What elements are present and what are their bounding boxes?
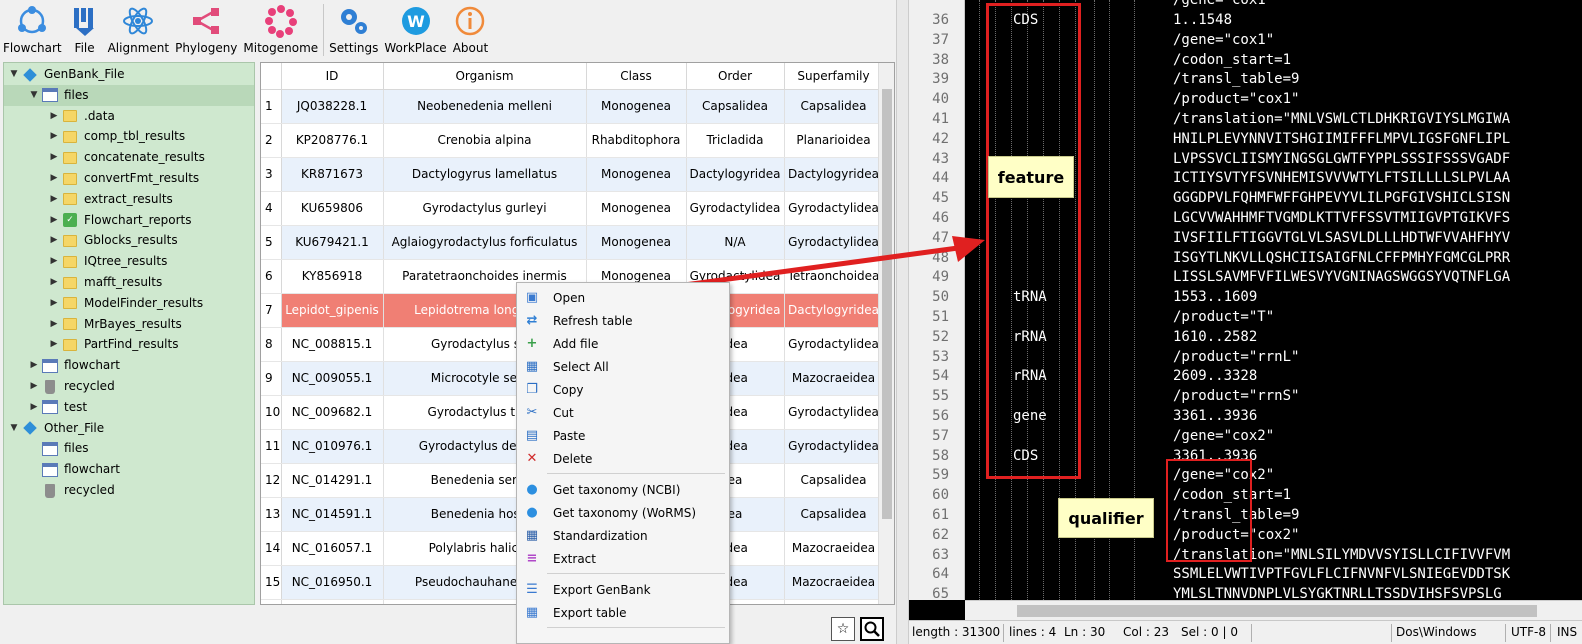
context-menu: ▣ Open ⇄ Refresh table + Add file ▦ Select All ❐… [516, 282, 730, 644]
menu-item[interactable]: ≡ Extract [517, 547, 729, 570]
export-table-icon: ▦ [525, 605, 539, 620]
open-icon: ▣ [525, 290, 539, 305]
menu-item-label: Cut [553, 405, 574, 420]
cut-icon: ✂ [526, 405, 538, 420]
app-window: Flowchart File Alignment Phylogeny Mitog… [0, 0, 1582, 644]
menu-separator [547, 627, 725, 628]
menu-item-label: Add file [553, 336, 599, 351]
menu-item-label: Export GenBank [553, 582, 651, 597]
menu-item-label: Extract [553, 551, 596, 566]
menu-item[interactable]: ● Get taxonomy (NCBI) [517, 478, 729, 501]
menu-item-label: Open [553, 290, 586, 305]
menu-item-label: Standardization [553, 528, 648, 543]
menu-item[interactable]: ▦ Export table [517, 601, 729, 624]
menu-item[interactable]: ✕ Delete [517, 447, 729, 470]
standardize-icon: ▦ [525, 528, 539, 543]
menu-item-label: Select All [553, 359, 609, 374]
add-file-icon: + [526, 336, 538, 351]
menu-item-label: Export table [553, 605, 627, 620]
annotation-arrow [587, 236, 985, 301]
menu-item[interactable]: ✂ Cut [517, 401, 729, 424]
menu-item[interactable]: ● Get taxonomy (WoRMS) [517, 501, 729, 524]
menu-item[interactable]: ▦ Select All [517, 355, 729, 378]
menu-item-label: Refresh table [553, 313, 633, 328]
paste-icon: ▤ [525, 428, 539, 443]
menu-item-label: Paste [553, 428, 586, 443]
search-icon: ● [526, 505, 538, 520]
delete-icon: ✕ [526, 451, 538, 466]
menu-item[interactable]: ☰ Export GenBank [517, 578, 729, 601]
menu-item[interactable]: + Add file [517, 332, 729, 355]
menu-separator [547, 473, 725, 474]
export-genbank-icon: ☰ [526, 582, 538, 597]
menu-item-label: Delete [553, 451, 593, 466]
menu-item[interactable]: ▤ Paste [517, 424, 729, 447]
menu-separator [547, 573, 725, 574]
select-all-icon: ▦ [525, 359, 539, 374]
search-icon: ● [526, 482, 538, 497]
menu-item[interactable]: ⇄ Refresh table [517, 309, 729, 332]
menu-item-label: Get taxonomy (WoRMS) [553, 505, 697, 520]
refresh-icon: ⇄ [526, 313, 538, 328]
copy-icon: ❐ [526, 382, 538, 397]
menu-item[interactable]: ❐ Copy [517, 378, 729, 401]
menu-item-label: Get taxonomy (NCBI) [553, 482, 681, 497]
menu-item[interactable]: ▦ Standardization [517, 524, 729, 547]
menu-item-label: Copy [553, 382, 584, 397]
extract-icon: ≡ [526, 551, 538, 566]
menu-item[interactable]: ▣ Open [517, 286, 729, 309]
